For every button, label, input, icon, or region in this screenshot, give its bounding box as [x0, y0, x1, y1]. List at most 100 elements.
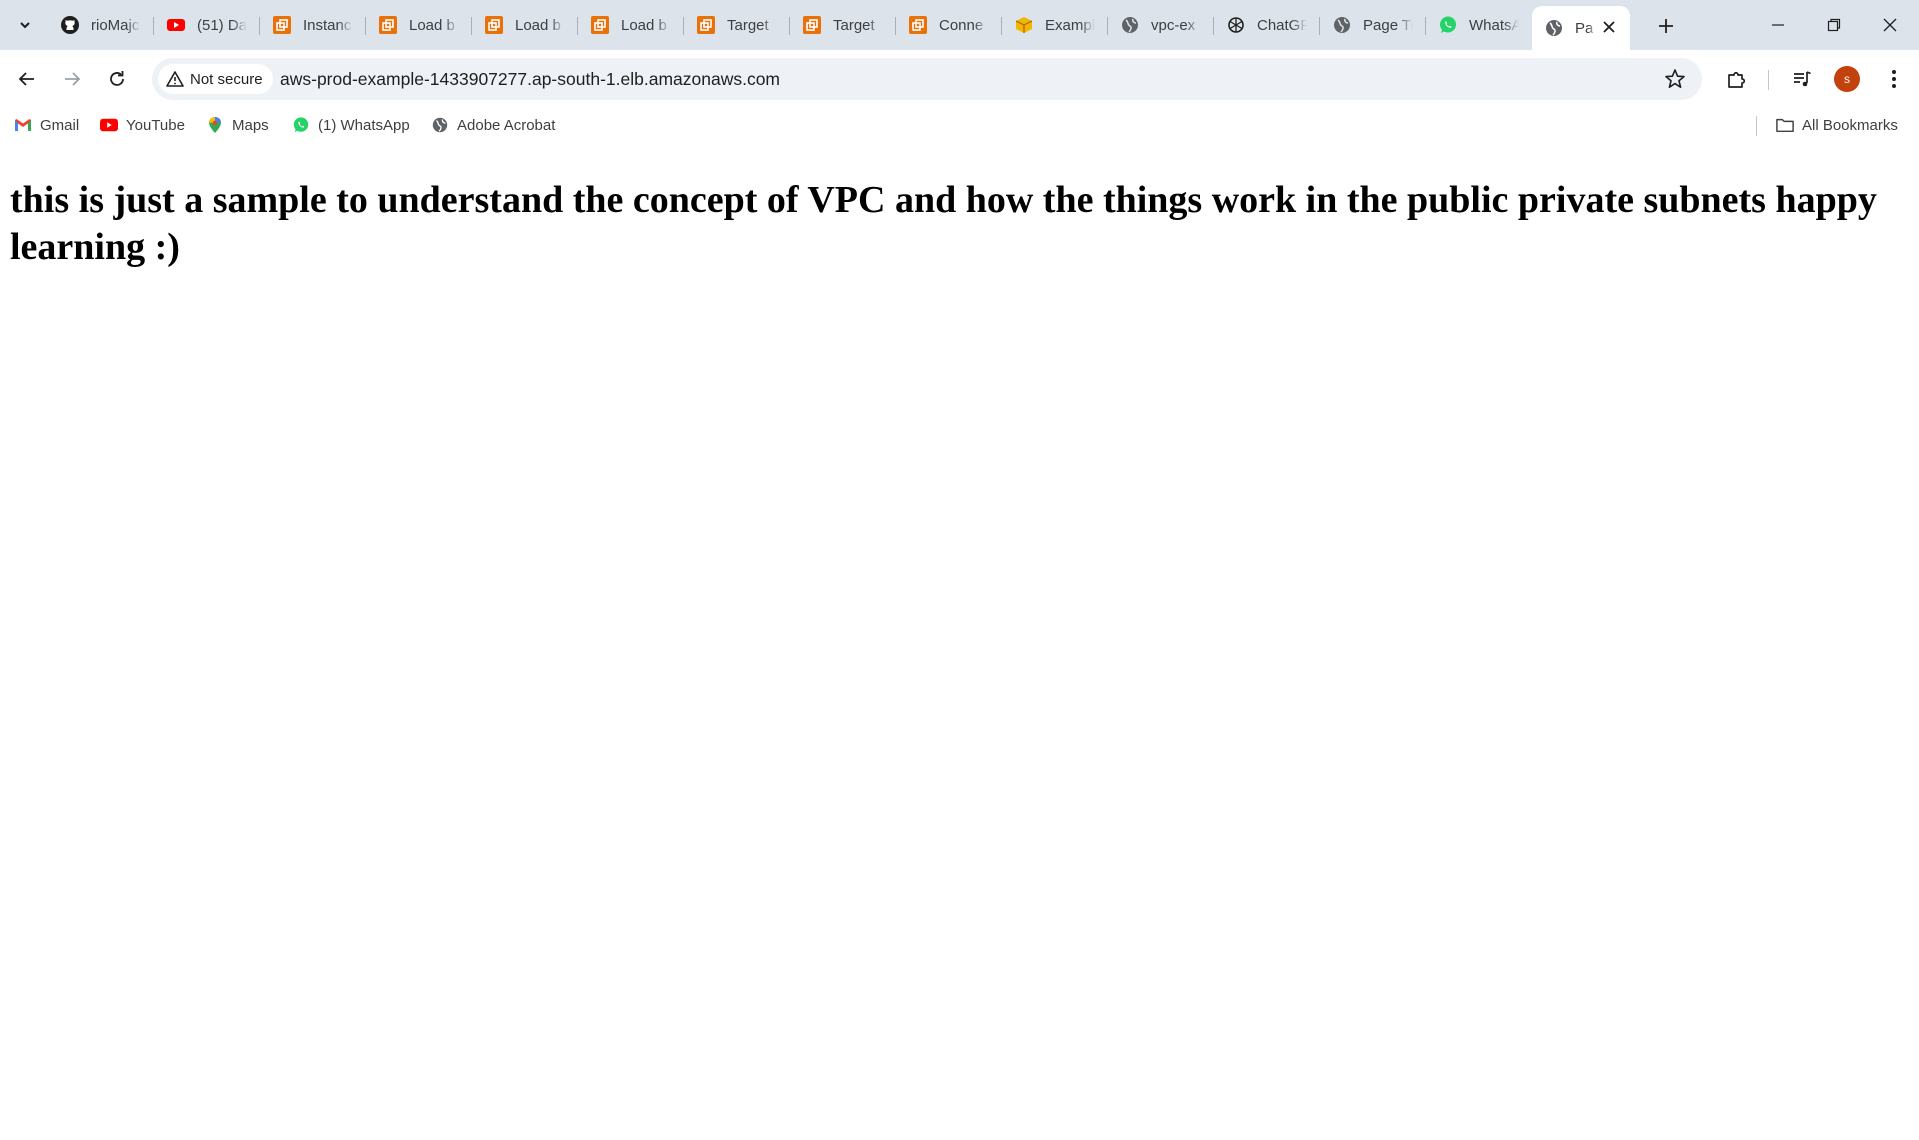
- media-queue-icon: [1794, 71, 1811, 87]
- gmail-icon: [14, 116, 32, 134]
- tab-title: ChatGP: [1257, 16, 1307, 34]
- aws-console-icon: [908, 15, 928, 35]
- tab[interactable]: Target: [790, 6, 896, 44]
- bookmark-label: YouTube: [126, 116, 185, 134]
- tab-title: vpc-ex: [1151, 16, 1196, 34]
- bookmark-gmail[interactable]: Gmail: [14, 114, 79, 136]
- arrow-left-icon: [18, 72, 34, 86]
- restore-icon: [1827, 18, 1841, 32]
- bookmark-label: Maps: [232, 116, 269, 134]
- aws-console-icon: [802, 15, 822, 35]
- plus-icon: [1659, 19, 1673, 33]
- all-bookmarks-button[interactable]: All Bookmarks: [1776, 114, 1898, 136]
- tab[interactable]: vpc-ex: [1108, 6, 1214, 44]
- reload-icon: [110, 71, 124, 86]
- bookmark-label: (1) WhatsApp: [318, 116, 410, 134]
- minimize-icon: [1772, 24, 1784, 26]
- tab[interactable]: ChatGP: [1214, 6, 1320, 44]
- box-icon: [1014, 15, 1034, 35]
- tab[interactable]: Conne: [896, 6, 1002, 44]
- tab-title: (51) Da: [197, 16, 247, 34]
- security-chip[interactable]: Not secure: [158, 64, 273, 94]
- tab-title: Load b: [515, 16, 561, 34]
- tab[interactable]: Load b: [472, 6, 578, 44]
- star-icon[interactable]: [1664, 68, 1686, 90]
- github-icon: [60, 15, 80, 35]
- whatsapp-icon: [292, 116, 310, 134]
- whatsapp-icon: [1438, 15, 1458, 35]
- browser-toolbar: Not secure aws-prod-example-1433907277.a…: [0, 50, 1919, 108]
- globe-icon: [431, 116, 449, 134]
- tab-search-button[interactable]: [10, 12, 40, 38]
- bookmark-label: Adobe Acrobat: [457, 116, 556, 134]
- bookmark-maps[interactable]: Maps: [206, 114, 269, 136]
- tab-active[interactable]: Pa: [1532, 6, 1630, 50]
- tab-title: Pa: [1575, 19, 1594, 37]
- chevron-down-icon: [20, 22, 30, 29]
- url-text[interactable]: aws-prod-example-1433907277.ap-south-1.e…: [280, 69, 780, 90]
- bookmark-youtube[interactable]: YouTube: [100, 114, 185, 136]
- tab[interactable]: Load b: [366, 6, 472, 44]
- tab[interactable]: rioMajc: [48, 6, 154, 44]
- tab-title: Load b: [409, 16, 455, 34]
- close-icon: [1883, 18, 1897, 32]
- tab-strip: rioMajc (51) Da Instanc Load b Load b Lo…: [0, 0, 1919, 50]
- aws-console-icon: [590, 15, 610, 35]
- globe-icon: [1120, 15, 1140, 35]
- maps-icon: [206, 116, 224, 134]
- globe-icon: [1332, 15, 1352, 35]
- new-tab-button[interactable]: [1652, 12, 1680, 40]
- tab-title: Exampl: [1045, 16, 1095, 34]
- forward-button[interactable]: [55, 62, 89, 96]
- youtube-icon: [100, 116, 118, 134]
- aws-console-icon: [272, 15, 292, 35]
- tab-title: Page Ti: [1363, 16, 1413, 34]
- tab-title: Conne: [939, 16, 984, 34]
- bookmarks-bar: Gmail YouTube Maps (1) WhatsApp Adobe Ac…: [0, 108, 1919, 142]
- warning-icon: [166, 71, 184, 87]
- close-window-button[interactable]: [1862, 0, 1918, 50]
- tab[interactable]: Load b: [578, 6, 684, 44]
- restore-button[interactable]: [1806, 0, 1862, 50]
- tab[interactable]: Target: [684, 6, 790, 44]
- address-bar[interactable]: Not secure aws-prod-example-1433907277.a…: [152, 58, 1702, 100]
- page-heading: this is just a sample to understand the …: [10, 179, 1877, 268]
- tab-title: Target: [727, 16, 769, 34]
- tab-title: Load b: [621, 16, 667, 34]
- back-button[interactable]: [10, 62, 44, 96]
- aws-console-icon: [484, 15, 504, 35]
- tab-title: Instanc: [303, 16, 352, 34]
- tab[interactable]: Instanc: [260, 6, 366, 44]
- kebab-menu-icon: [1892, 70, 1896, 88]
- all-bookmarks-label: All Bookmarks: [1802, 116, 1898, 134]
- bookmark-label: Gmail: [40, 116, 80, 134]
- bookmark-adobe-acrobat[interactable]: Adobe Acrobat: [431, 114, 555, 136]
- arrow-right-icon: [65, 72, 81, 86]
- tab[interactable]: Page Ti: [1320, 6, 1426, 44]
- tab-list: rioMajc (51) Da Instanc Load b Load b Lo…: [48, 6, 1630, 50]
- profile-avatar[interactable]: s: [1834, 66, 1860, 92]
- aws-console-icon: [378, 15, 398, 35]
- tab[interactable]: (51) Da: [154, 6, 260, 44]
- tab[interactable]: Exampl: [1002, 6, 1108, 44]
- toolbar-separator: [1768, 70, 1769, 90]
- bookmarks-separator: [1756, 116, 1757, 136]
- folder-icon: [1776, 116, 1794, 134]
- openai-icon: [1226, 15, 1246, 35]
- extensions-button[interactable]: [1720, 62, 1754, 96]
- aws-console-icon: [696, 15, 716, 35]
- media-control-button[interactable]: [1785, 62, 1819, 96]
- menu-button[interactable]: [1877, 62, 1911, 96]
- tab-title: rioMajc: [91, 16, 140, 34]
- tab-title: WhatsA: [1469, 16, 1519, 34]
- puzzle-icon: [1728, 71, 1746, 88]
- globe-icon: [1544, 18, 1564, 38]
- tab-title: Target: [833, 16, 875, 34]
- minimize-button[interactable]: [1750, 0, 1806, 50]
- close-icon[interactable]: [1600, 18, 1618, 36]
- security-label: Not secure: [190, 70, 263, 88]
- youtube-icon: [166, 15, 186, 35]
- reload-button[interactable]: [100, 62, 134, 96]
- tab[interactable]: WhatsA: [1426, 6, 1532, 44]
- bookmark-whatsapp[interactable]: (1) WhatsApp: [292, 114, 410, 136]
